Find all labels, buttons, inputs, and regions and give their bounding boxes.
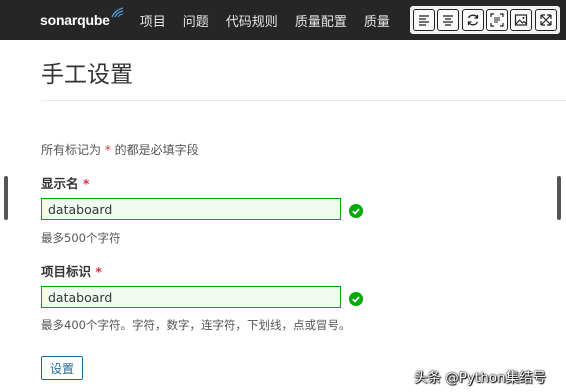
expand-icon[interactable] [534,9,557,31]
set-up-button[interactable]: 设置 [41,356,83,380]
required-star: * [82,176,90,191]
project-key-label: 项目标识 * [41,261,102,280]
refresh-icon[interactable] [461,9,484,31]
display-name-label: 显示名 * [41,173,89,192]
nav-rules[interactable]: 代码规则 [226,11,278,30]
display-name-input[interactable] [41,198,341,220]
project-key-hint: 最多400个字符。字符，数字，连字符，下划线，点或冒号。 [41,318,351,332]
project-key-label-text: 项目标识 [41,264,92,279]
scan-text-icon[interactable] [486,9,509,31]
project-key-input[interactable] [41,286,341,308]
valid-check-icon [349,292,363,306]
left-scroll-handle[interactable] [4,176,8,220]
required-star: * [104,143,111,157]
display-name-hint: 最多500个字符 [41,231,121,245]
valid-check-icon [349,204,363,218]
watermark-text: 头条 @Python集结号 [414,370,547,386]
required-note-suffix: 的都是必填字段 [114,143,199,157]
align-left-icon[interactable] [413,9,436,31]
nav-projects[interactable]: 项目 [140,11,166,30]
page-title: 手工设置 [41,62,133,88]
nav-issues[interactable]: 问题 [183,11,209,30]
right-scroll-handle[interactable] [557,176,561,220]
sonar-waves-icon [111,7,123,18]
main-nav: 项目 问题 代码规则 质量配置 质量 [140,11,407,30]
nav-quality-profiles[interactable]: 质量配置 [295,11,347,30]
required-star: * [95,264,102,279]
display-name-label-text: 显示名 [41,176,79,191]
nav-quality-gates[interactable]: 质量 [364,11,390,30]
required-fields-note: 所有标记为 * 的都是必填字段 [41,141,199,158]
floating-toolbar [410,6,560,34]
logo-text: sonarqube [40,12,110,28]
required-note-prefix: 所有标记为 [41,143,102,157]
sonarqube-logo[interactable]: sonarqube [40,7,125,28]
image-icon[interactable] [510,9,533,31]
title-divider [41,100,566,101]
align-center-icon[interactable] [437,9,460,31]
